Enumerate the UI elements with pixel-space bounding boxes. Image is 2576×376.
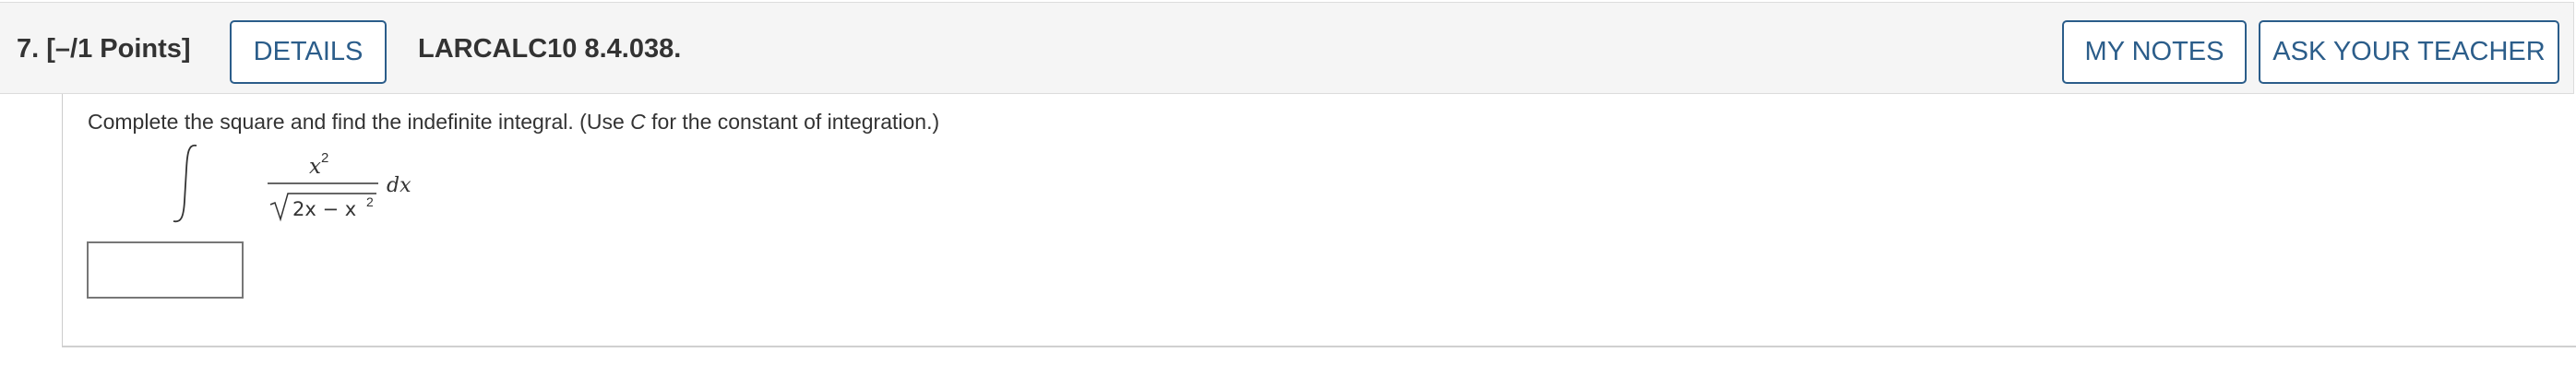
denominator-exponent: 2: [366, 194, 374, 209]
my-notes-button[interactable]: MY NOTES: [2062, 20, 2247, 84]
question-number: 7. [–/1 Points]: [17, 34, 191, 65]
question-body: Complete the square and find the indefin…: [62, 94, 2576, 347]
answer-input[interactable]: [87, 241, 244, 299]
prompt-text-after: for the constant of integration.): [645, 110, 940, 134]
problem-prompt: Complete the square and find the indefin…: [88, 110, 939, 135]
question-number-label: 7.: [17, 34, 40, 64]
question-header: 7. [–/1 Points] DETAILS LARCALC10 8.4.03…: [0, 2, 2574, 94]
details-button[interactable]: DETAILS: [230, 20, 387, 84]
points-label: [–/1 Points]: [46, 34, 191, 64]
differential: dx: [387, 174, 411, 197]
integral-sign-icon: [173, 144, 197, 223]
prompt-text-before: Complete the square and find the indefin…: [88, 110, 631, 134]
ask-your-teacher-button-label: ASK YOUR TEACHER: [2272, 37, 2546, 66]
my-notes-button-label: MY NOTES: [2084, 37, 2224, 66]
details-button-label: DETAILS: [253, 37, 364, 66]
numerator-base: x: [309, 155, 321, 179]
integral-expression: x 2 2x − x 2 dx: [173, 144, 411, 223]
denominator-expression: 2x − x: [292, 198, 356, 220]
problem-code: LARCALC10 8.4.038.: [418, 34, 682, 64]
ask-your-teacher-button[interactable]: ASK YOUR TEACHER: [2259, 20, 2559, 84]
numerator-exponent: 2: [321, 150, 328, 166]
prompt-constant-variable: C: [630, 110, 646, 134]
